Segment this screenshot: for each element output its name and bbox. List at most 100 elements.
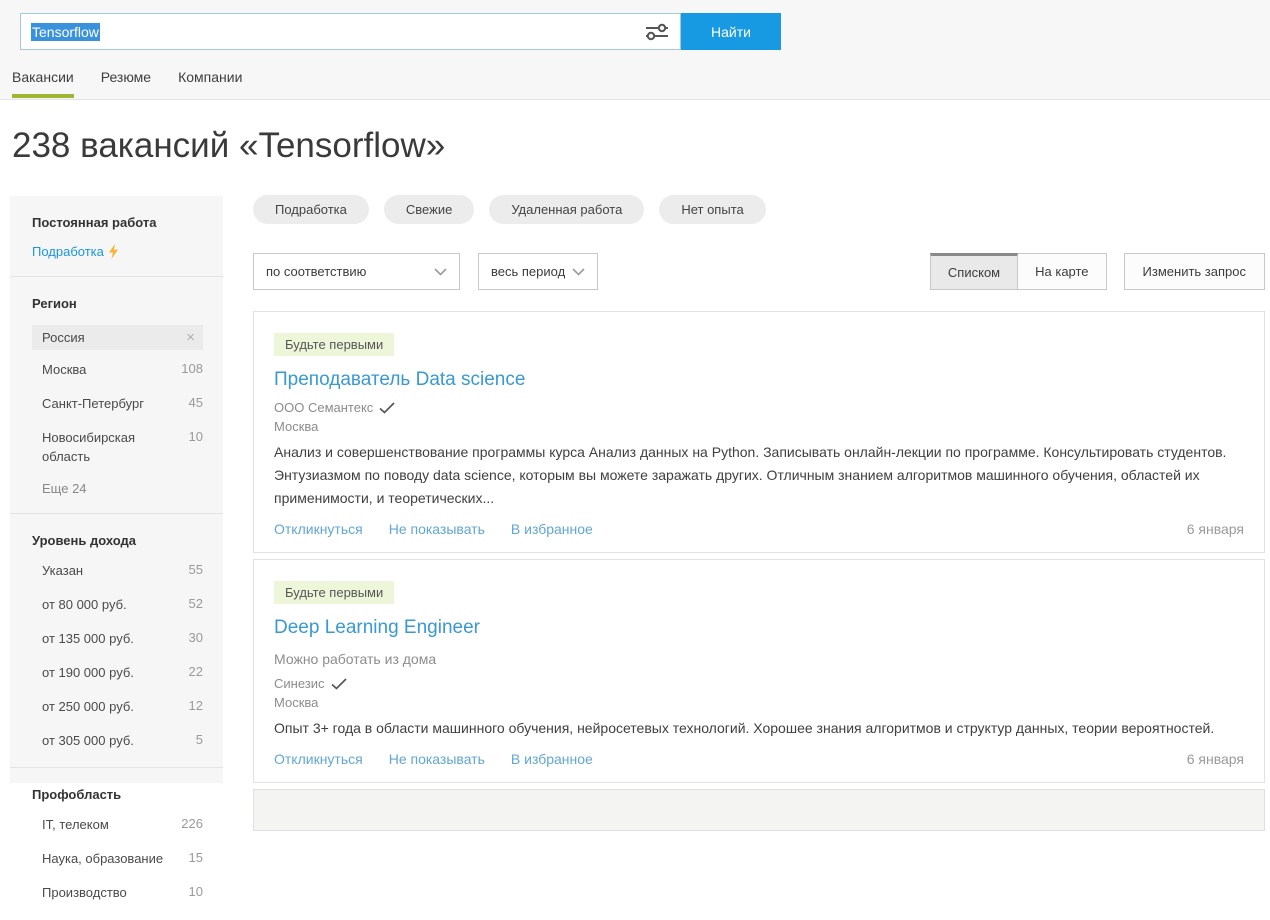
chip-no-experience[interactable]: Нет опыта xyxy=(659,195,766,224)
verified-check-icon xyxy=(330,677,347,690)
income-item[interactable]: от 305 000 руб. 5 xyxy=(32,732,203,751)
edit-query-button[interactable]: Изменить запрос xyxy=(1123,253,1265,290)
company-name: Синезис xyxy=(274,676,325,691)
income-item-label: от 190 000 руб. xyxy=(42,664,134,680)
vacancy-company-link[interactable]: ООО Семантекс xyxy=(274,400,1244,415)
profarea-item-count: 226 xyxy=(181,816,203,832)
income-item[interactable]: от 190 000 руб. 22 xyxy=(32,664,203,683)
vacancy-date: 6 января xyxy=(1186,751,1244,767)
income-item-label: от 305 000 руб. xyxy=(42,732,134,748)
vacancy-city: Москва xyxy=(274,419,319,434)
income-item-count: 22 xyxy=(188,663,203,679)
region-item-label: Москва xyxy=(42,362,87,377)
profarea-item-count: 15 xyxy=(188,850,203,866)
lightning-icon xyxy=(108,244,119,259)
vacancy-city: Москва xyxy=(274,695,319,710)
income-item-count: 5 xyxy=(195,731,203,747)
be-first-badge: Будьте первыми xyxy=(274,333,395,356)
view-switch: Списком На карте xyxy=(929,253,1107,290)
income-item-count: 55 xyxy=(188,562,203,578)
view-map-button[interactable]: На карте xyxy=(1018,253,1107,290)
profarea-item[interactable]: Наука, образование 15 xyxy=(32,850,203,869)
hide-link[interactable]: Не показывать xyxy=(389,751,485,767)
income-item-label: от 80 000 руб. xyxy=(42,597,127,613)
income-item-count: 30 xyxy=(188,630,203,646)
apply-link[interactable]: Откликнуться xyxy=(274,521,363,537)
income-item[interactable]: от 135 000 руб. 30 xyxy=(32,630,203,649)
sort-select-value: по соответствию xyxy=(266,264,367,279)
advanced-search-button[interactable] xyxy=(644,21,670,43)
chip-remote[interactable]: Удаленная работа xyxy=(489,195,645,224)
tab-resumes[interactable]: Резюме xyxy=(101,69,151,98)
be-first-badge: Будьте первыми xyxy=(274,581,395,604)
vacancy-description: Анализ и совершенствование программы кур… xyxy=(274,444,1227,506)
search-query: Tensorflow xyxy=(31,22,100,41)
region-selected-row[interactable]: Россия × xyxy=(32,325,203,350)
income-item-count: 52 xyxy=(188,596,203,612)
tab-companies[interactable]: Компании xyxy=(178,69,242,98)
profarea-item-label: Производство xyxy=(42,885,127,901)
period-select-value: весь период xyxy=(491,264,566,279)
tab-vacancies[interactable]: Вакансии xyxy=(12,69,74,98)
favorite-link[interactable]: В избранное xyxy=(511,521,593,537)
region-item[interactable]: Москва 108 xyxy=(32,361,203,380)
income-item-count: 12 xyxy=(188,697,203,713)
vacancy-company-link[interactable]: Синезис xyxy=(274,676,1244,691)
profarea-item-label: Наука, образование xyxy=(42,851,164,867)
chevron-down-icon xyxy=(434,267,447,276)
vacancy-card-clipped xyxy=(253,789,1265,831)
region-item-count: 45 xyxy=(188,394,203,410)
close-icon[interactable]: × xyxy=(186,330,195,345)
vacancy-card: Будьте первыми Deep Learning Engineer Мо… xyxy=(253,559,1265,783)
company-name: ООО Семантекс xyxy=(274,400,374,415)
region-title: Регион xyxy=(32,296,77,311)
income-item[interactable]: от 80 000 руб. 52 xyxy=(32,596,203,615)
quick-filters: Подработка Свежие Удаленная работа Нет о… xyxy=(253,195,1265,224)
period-select[interactable]: весь период xyxy=(478,253,599,290)
vacancy-card: Будьте первыми Преподаватель Data scienc… xyxy=(253,311,1265,553)
part-time-label: Подработка xyxy=(32,244,104,259)
income-title: Уровень дохода xyxy=(32,533,137,549)
header: Tensorflow Найти Вакансии Резюме Компани… xyxy=(0,0,1270,100)
search-input[interactable]: Tensorflow xyxy=(20,13,681,50)
verified-check-icon xyxy=(379,401,395,414)
profarea-title: Профобласть xyxy=(32,787,122,803)
vacancy-title-link[interactable]: Deep Learning Engineer xyxy=(274,617,1244,639)
vacancy-actions: Откликнуться Не показывать В избранное 6… xyxy=(274,751,1244,767)
sliders-icon xyxy=(644,21,670,43)
sort-select[interactable]: по соответствию xyxy=(253,253,460,290)
profarea-item[interactable]: Производство 10 xyxy=(32,884,203,903)
region-section: Регион Россия × Москва 108 Санкт-Петербу… xyxy=(10,277,223,515)
region-more-link[interactable]: Еще 24 xyxy=(32,481,203,496)
page-title: 238 вакансий «Tensorflow» xyxy=(12,126,446,165)
favorite-link[interactable]: В избранное xyxy=(511,751,593,767)
vacancy-date: 6 января xyxy=(1186,521,1244,537)
income-item[interactable]: Указан 55 xyxy=(32,562,203,581)
hide-link[interactable]: Не показывать xyxy=(389,521,485,537)
part-time-link[interactable]: Подработка xyxy=(32,244,119,259)
find-button[interactable]: Найти xyxy=(681,13,781,50)
profarea-item-count: 10 xyxy=(188,884,203,900)
vacancy-title-link[interactable]: Преподаватель Data science xyxy=(274,369,1244,391)
chip-fresh[interactable]: Свежие xyxy=(383,195,475,224)
region-item-label: Новосибирская область xyxy=(42,429,136,464)
vacancy-list: Будьте первыми Преподаватель Data scienc… xyxy=(253,311,1265,831)
income-item-label: от 135 000 руб. xyxy=(42,631,134,647)
view-list-button[interactable]: Списком xyxy=(929,253,1019,290)
employment-section: Постоянная работа Подработка xyxy=(10,196,223,277)
search-tabs: Вакансии Резюме Компании xyxy=(12,69,242,98)
region-item-count: 10 xyxy=(188,428,203,444)
profarea-item-label: IT, телеком xyxy=(42,817,109,833)
profarea-item[interactable]: IT, телеком 226 xyxy=(32,816,203,835)
filters-sidebar: Постоянная работа Подработка Регион Росс… xyxy=(10,196,223,900)
income-item-label: Указан xyxy=(42,563,84,579)
chip-part-time[interactable]: Подработка xyxy=(253,195,369,224)
vacancy-actions: Откликнуться Не показывать В избранное 6… xyxy=(274,521,1244,537)
apply-link[interactable]: Откликнуться xyxy=(274,751,363,767)
region-item[interactable]: Санкт-Петербург 45 xyxy=(32,395,203,414)
income-item[interactable]: от 250 000 руб. 12 xyxy=(32,698,203,717)
income-section: Уровень дохода Указан 55 от 80 000 руб. … xyxy=(10,514,223,769)
region-item-label: Санкт-Петербург xyxy=(42,395,144,411)
vacancy-remote-note: Можно работать из дома xyxy=(274,651,437,667)
region-item[interactable]: Новосибирская область 10 xyxy=(32,429,203,467)
